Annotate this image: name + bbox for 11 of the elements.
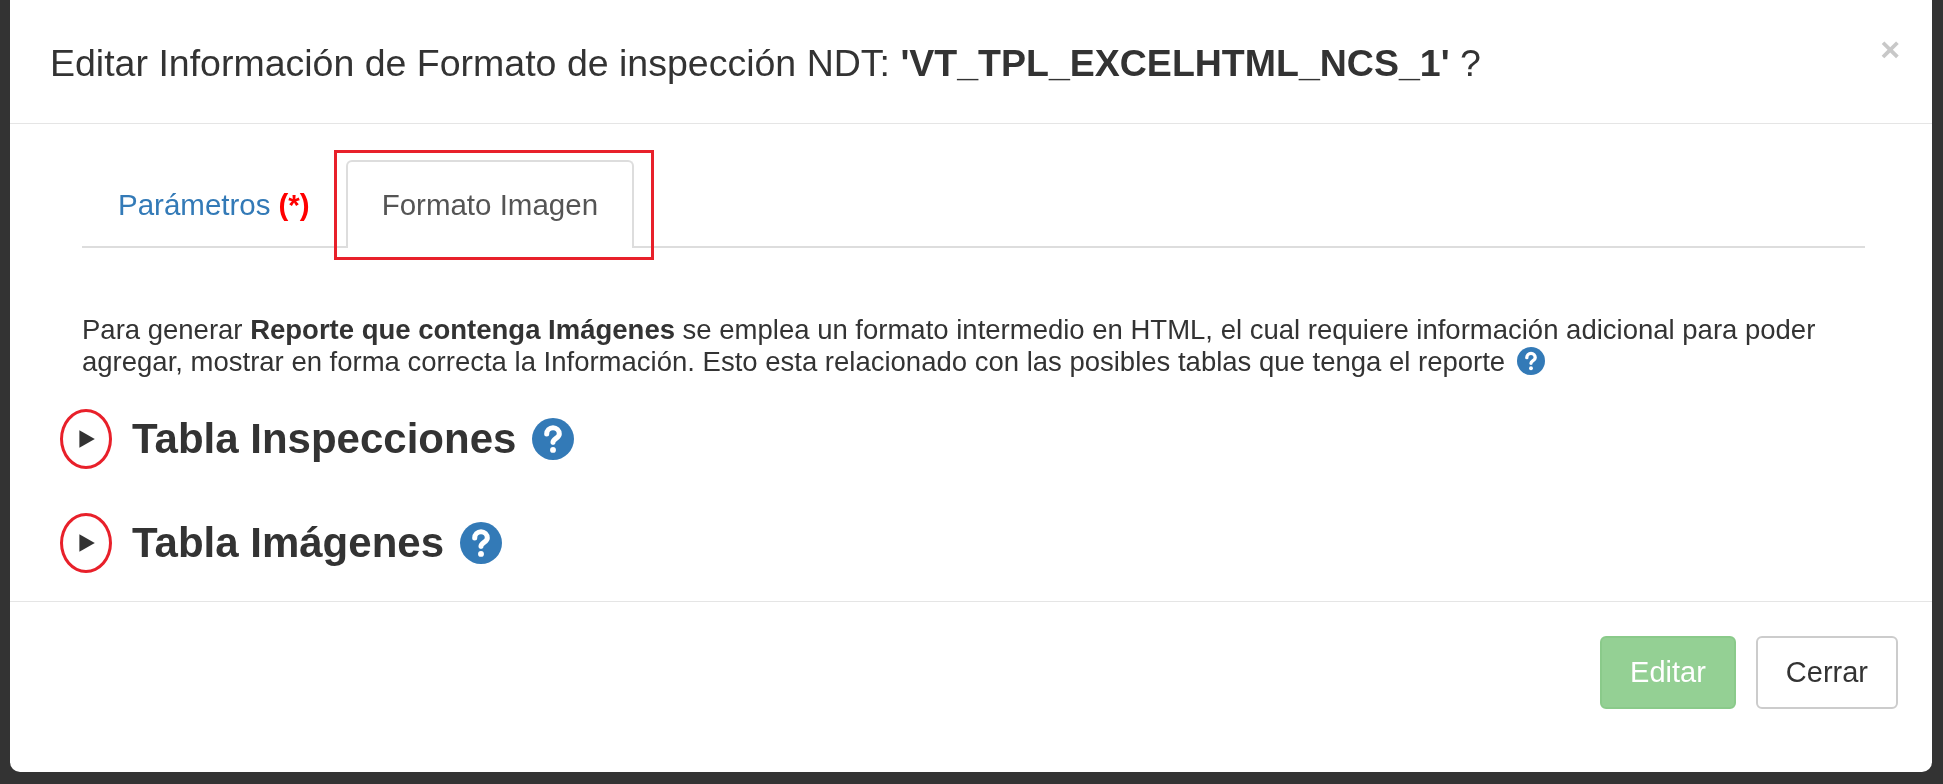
help-icon[interactable]	[1516, 346, 1545, 375]
description-text: Para generar Reporte que contenga Imágenes se emplea un formato intermedio en HTML, el cual requiere información adicional para poder agregar, mostrar en forma correcta la Información. Esto esta relacionado con las posibles tablas que tenga el reporte	[82, 314, 1817, 378]
help-icon[interactable]	[460, 522, 502, 565]
help-icon[interactable]	[532, 418, 575, 461]
section-title[interactable]: Tabla Inspecciones	[132, 415, 517, 464]
required-mark: (*)	[278, 188, 310, 222]
section-title[interactable]: Tabla Imágenes	[132, 519, 444, 568]
tab[interactable]: Parámetros (*)	[82, 160, 346, 248]
tab[interactable]: Formato Imagen	[345, 160, 635, 248]
close-dialog-button[interactable]: Cerrar	[1755, 636, 1898, 709]
dialog-title: Editar Información de Formato de inspección NDT: 'VT_TPL_EXCELHTML_NCS_1' ?	[50, 41, 1481, 85]
